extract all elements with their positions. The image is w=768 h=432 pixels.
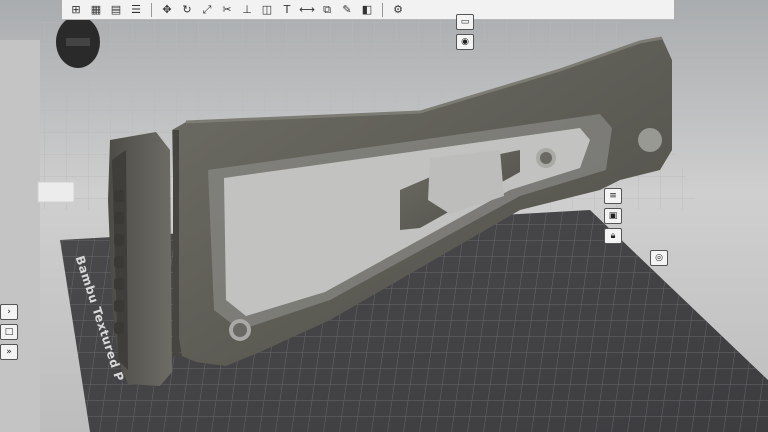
- target-icon[interactable]: ◎: [650, 250, 668, 266]
- chevron-icon[interactable]: ›: [0, 304, 18, 320]
- toolbar-divider: [151, 2, 152, 17]
- left-panel-icons: › □ »: [0, 304, 18, 360]
- add-plate-icon[interactable]: ⊞: [68, 3, 84, 17]
- rotate-icon[interactable]: ↻: [179, 3, 195, 17]
- color-paint-icon[interactable]: ✎: [339, 3, 355, 17]
- fuzzy-icon[interactable]: ◧: [359, 3, 375, 17]
- box-icon[interactable]: ▣: [604, 208, 622, 224]
- settings-icon[interactable]: ⚙: [390, 3, 406, 17]
- assembly-icon[interactable]: ⧉: [319, 3, 335, 17]
- toolbar-divider: [382, 2, 383, 17]
- arrow-icon[interactable]: »: [0, 344, 18, 360]
- support-icon[interactable]: ⊥: [239, 3, 255, 17]
- seam-icon[interactable]: ◫: [259, 3, 275, 17]
- lock-icon[interactable]: 🔒︎: [604, 228, 622, 244]
- right-panel-icons: ▭ ◉: [456, 14, 474, 50]
- scale-icon[interactable]: ⤢: [199, 3, 215, 17]
- layout-icon[interactable]: ▤: [108, 3, 124, 17]
- move-icon[interactable]: ✥: [159, 3, 175, 17]
- grid-icon[interactable]: ▦: [88, 3, 104, 17]
- eye-icon[interactable]: ◉: [456, 34, 474, 50]
- box-icon[interactable]: □: [0, 324, 18, 340]
- plate-target-icons: ◎: [650, 250, 668, 266]
- top-toolbar: ⊞ ▦ ▤ ☰ ✥ ↻ ⤢ ✂ ⊥ ◫ T ⟷ ⧉ ✎ ◧ ⚙: [62, 0, 674, 20]
- plate-icon[interactable]: ▭: [456, 14, 474, 30]
- list-icon[interactable]: ☰: [128, 3, 144, 17]
- cut-icon[interactable]: ✂: [219, 3, 235, 17]
- lower-right-panel-icons: ≡ ▣ 🔒︎: [604, 188, 622, 244]
- measure-icon[interactable]: ⟷: [299, 3, 315, 17]
- layers-icon[interactable]: ≡: [604, 188, 622, 204]
- text-icon[interactable]: T: [279, 3, 295, 17]
